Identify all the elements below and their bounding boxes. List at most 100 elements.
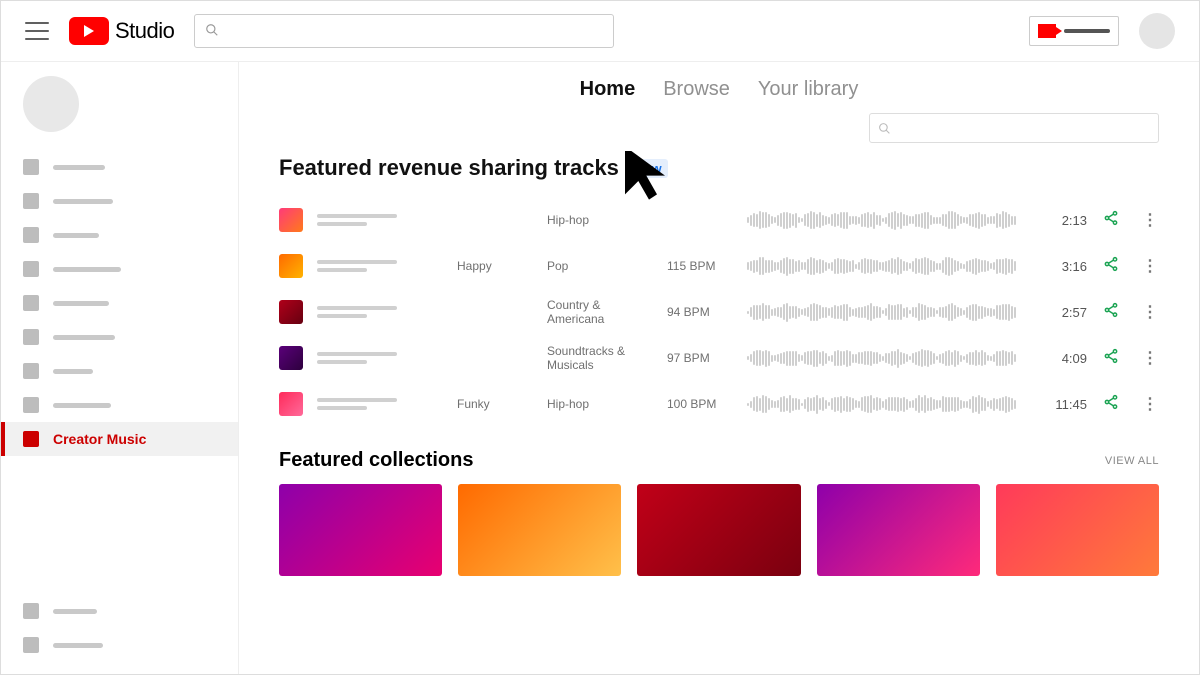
sidebar: Creator Music (1, 62, 239, 674)
track-title (317, 398, 447, 410)
sidebar-item[interactable] (1, 594, 238, 628)
track-title (317, 306, 447, 318)
share-icon[interactable] (1103, 394, 1131, 415)
create-button[interactable] (1029, 16, 1119, 46)
sidebar-item-label (53, 301, 109, 306)
sidebar-item-label (53, 199, 113, 204)
sidebar-item[interactable] (1, 320, 238, 354)
channel-avatar[interactable] (23, 76, 79, 132)
track-title (317, 260, 447, 272)
more-icon[interactable]: ⋮ (1141, 394, 1159, 414)
filter-input[interactable] (869, 113, 1159, 143)
sidebar-item-label (53, 335, 115, 340)
sidebar-item[interactable] (1, 388, 238, 422)
main-content: Home Browse Your library Featured revenue … (239, 62, 1199, 674)
sidebar-item[interactable] (1, 354, 238, 388)
track-waveform[interactable] (747, 345, 1023, 371)
track-waveform[interactable] (747, 299, 1023, 325)
tab-browse[interactable]: Browse (663, 78, 730, 101)
share-icon[interactable] (1103, 348, 1131, 369)
track-thumbnail (279, 254, 303, 278)
more-icon[interactable]: ⋮ (1141, 302, 1159, 322)
collection-card[interactable] (458, 484, 621, 576)
sidebar-item-label (53, 643, 103, 648)
more-icon[interactable]: ⋮ (1141, 210, 1159, 230)
share-icon[interactable] (1103, 302, 1131, 323)
subtitles-icon (23, 329, 39, 345)
sidebar-item[interactable] (1, 628, 238, 662)
track-mood: Funky (457, 397, 537, 411)
track-duration: 2:13 (1033, 213, 1093, 228)
sidebar-item-creator-music[interactable]: Creator Music (1, 422, 238, 456)
track-genre: Country & Americana (547, 298, 657, 327)
track-waveform[interactable] (747, 253, 1023, 279)
track-bpm: 100 BPM (667, 397, 737, 411)
track-row[interactable]: Soundtracks & Musicals 97 BPM 4:09 ⋮ (279, 335, 1159, 381)
track-thumbnail (279, 300, 303, 324)
sidebar-item-label (53, 267, 121, 272)
analytics-icon (23, 261, 39, 277)
track-row[interactable]: Happy Pop 115 BPM 3:16 ⋮ (279, 243, 1159, 289)
track-row[interactable]: Funky Hip-hop 100 BPM 11:45 ⋮ (279, 381, 1159, 427)
app-frame: Studio Creator Music HomeBrows (0, 0, 1200, 675)
track-title (317, 214, 447, 226)
track-duration: 2:57 (1033, 305, 1093, 320)
track-genre: Hip-hop (547, 397, 657, 411)
customization-icon (23, 397, 39, 413)
track-genre: Pop (547, 259, 657, 273)
studio-logo[interactable]: Studio (69, 17, 174, 45)
track-waveform[interactable] (747, 391, 1023, 417)
sidebar-item-label (53, 369, 93, 374)
track-row[interactable]: Hip-hop 2:13 ⋮ (279, 197, 1159, 243)
track-row[interactable]: Country & Americana 94 BPM 2:57 ⋮ (279, 289, 1159, 335)
camera-icon (1038, 24, 1056, 38)
collections-title: Featured collections (279, 449, 474, 472)
track-bpm: 97 BPM (667, 351, 737, 365)
youtube-play-icon (69, 17, 109, 45)
tab-your-library[interactable]: Your library (758, 78, 858, 101)
track-duration: 4:09 (1033, 351, 1093, 366)
track-bpm: 115 BPM (667, 259, 737, 273)
tab-home[interactable]: Home (580, 78, 636, 101)
dashboard-icon (23, 159, 39, 175)
track-list: Hip-hop 2:13 ⋮ Happy Pop 115 BPM 3:16 ⋮ … (279, 197, 1159, 427)
search-icon (205, 23, 219, 40)
track-genre: Soundtracks & Musicals (547, 344, 657, 373)
sidebar-item[interactable] (1, 286, 238, 320)
sidebar-item[interactable] (1, 252, 238, 286)
track-thumbnail (279, 208, 303, 232)
section-header: Featured revenue sharing tracks New (279, 155, 1159, 181)
sidebar-item[interactable] (1, 150, 238, 184)
collection-card[interactable] (996, 484, 1159, 576)
track-title (317, 352, 447, 364)
collection-card[interactable] (637, 484, 800, 576)
sidebar-item-label: Creator Music (53, 431, 146, 447)
sidebar-item[interactable] (1, 218, 238, 252)
search-input[interactable] (194, 14, 614, 48)
track-thumbnail (279, 346, 303, 370)
new-badge: New (629, 159, 668, 178)
track-duration: 3:16 (1033, 259, 1093, 274)
tabs: Home Browse Your library (239, 62, 1199, 107)
share-icon[interactable] (1103, 210, 1131, 231)
track-bpm: 94 BPM (667, 305, 737, 319)
content-icon (23, 193, 39, 209)
sidebar-item-label (53, 165, 105, 170)
share-icon[interactable] (1103, 256, 1131, 277)
sidebar-item[interactable] (1, 184, 238, 218)
sidebar-nav (1, 150, 238, 422)
sidebar-item-label (53, 233, 99, 238)
top-bar: Studio (1, 1, 1199, 62)
collection-card[interactable] (279, 484, 442, 576)
view-all-link[interactable]: VIEW ALL (1105, 455, 1159, 467)
collection-card[interactable] (817, 484, 980, 576)
track-duration: 11:45 (1033, 397, 1093, 412)
comments-icon (23, 295, 39, 311)
more-icon[interactable]: ⋮ (1141, 256, 1159, 276)
more-icon[interactable]: ⋮ (1141, 348, 1159, 368)
menu-icon[interactable] (25, 22, 49, 40)
account-avatar[interactable] (1139, 13, 1175, 49)
track-waveform[interactable] (747, 207, 1023, 233)
music-icon (23, 431, 39, 447)
sidebar-item-label (53, 403, 111, 408)
